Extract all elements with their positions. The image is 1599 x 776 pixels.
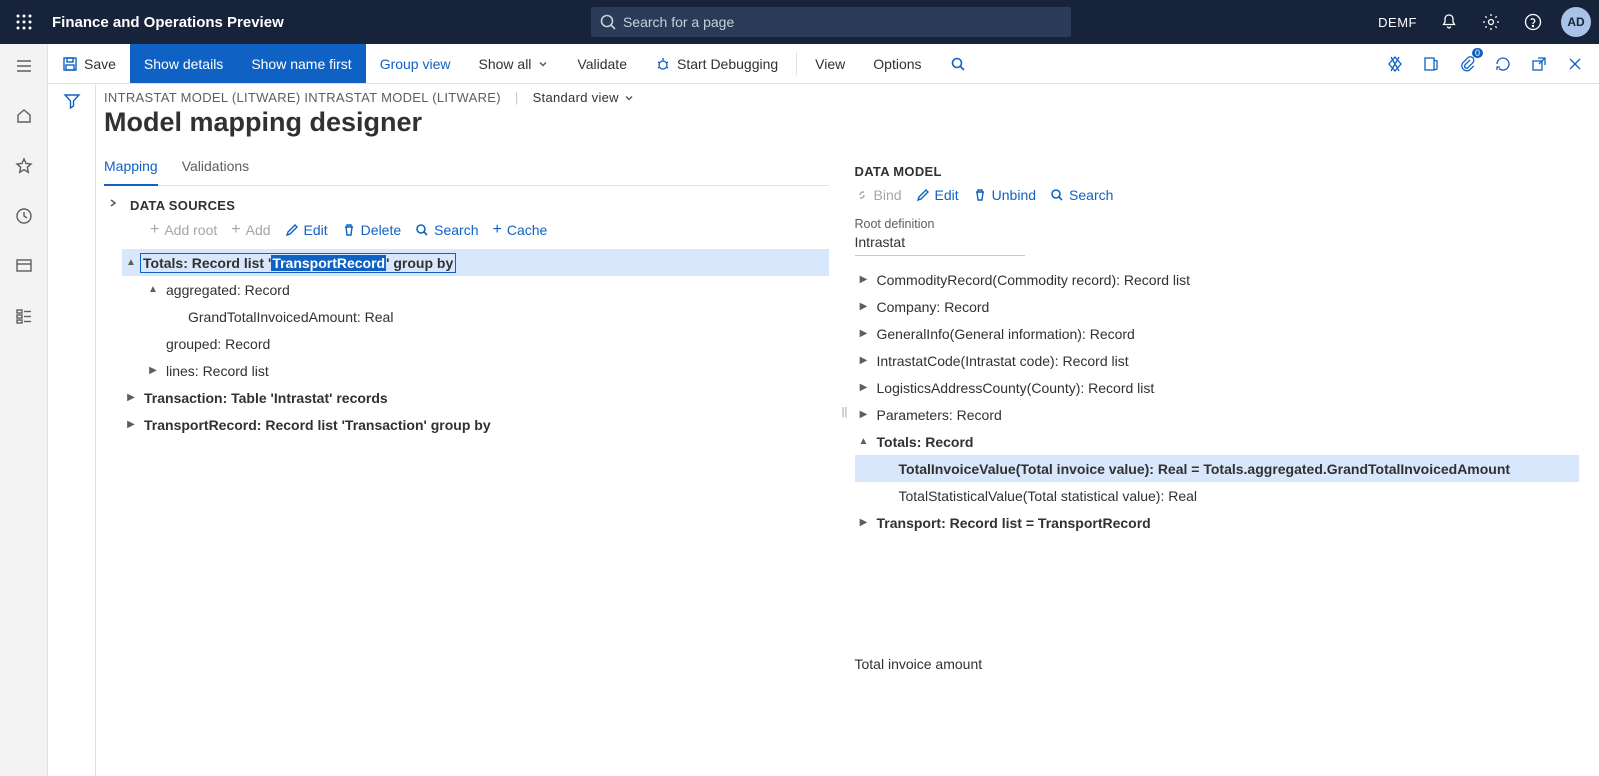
tab-validations[interactable]: Validations: [182, 152, 249, 185]
rootdef-value[interactable]: Intrastat: [855, 231, 1025, 256]
app-title: Finance and Operations Preview: [52, 14, 284, 31]
dm-node-total-stat[interactable]: TotalStatisticalValue(Total statistical …: [855, 482, 1580, 509]
modules-icon[interactable]: [8, 300, 40, 332]
delete-button[interactable]: Delete: [342, 221, 401, 239]
dm-node-logistics[interactable]: ▶LogisticsAddressCounty(County): Record …: [855, 374, 1580, 401]
tree-node-transaction[interactable]: ▶Transaction: Table 'Intrastat' records: [122, 384, 829, 411]
bottom-note: Total invoice amount: [855, 656, 1580, 672]
rootdef-label: Root definition: [855, 217, 1580, 231]
tree-node-grandtotal[interactable]: GrandTotalInvoicedAmount: Real: [122, 303, 829, 330]
workspace-icon[interactable]: [8, 250, 40, 282]
refresh-icon[interactable]: [1489, 50, 1517, 78]
add-root-button: +Add root: [150, 221, 217, 239]
close-icon[interactable]: [1561, 50, 1589, 78]
show-all-button[interactable]: Show all: [465, 44, 564, 83]
dm-node-parameters[interactable]: ▶Parameters: Record: [855, 401, 1580, 428]
start-debugging-button[interactable]: Start Debugging: [641, 44, 792, 83]
tree-node-lines[interactable]: ▶lines: Record list: [122, 357, 829, 384]
breadcrumb: INTRASTAT MODEL (LITWARE) INTRASTAT MODE…: [104, 90, 1579, 105]
command-bar: Save Show details Show name first Group …: [48, 44, 1599, 84]
dm-node-company[interactable]: ▶Company: Record: [855, 293, 1580, 320]
dm-node-general[interactable]: ▶GeneralInfo(General information): Recor…: [855, 320, 1580, 347]
data-model-tree: ▶CommodityRecord(Commodity record): Reco…: [855, 266, 1580, 536]
dm-node-commodity[interactable]: ▶CommodityRecord(Commodity record): Reco…: [855, 266, 1580, 293]
breadcrumb-path: INTRASTAT MODEL (LITWARE) INTRASTAT MODE…: [104, 90, 501, 105]
add-button: +Add: [231, 221, 270, 239]
save-label: Save: [84, 56, 116, 72]
group-view-button[interactable]: Group view: [366, 44, 465, 83]
nav-rail: [0, 44, 48, 776]
unbind-button[interactable]: Unbind: [973, 187, 1036, 203]
show-details-button[interactable]: Show details: [130, 44, 237, 83]
bind-button: Bind: [855, 187, 902, 203]
validate-button[interactable]: Validate: [563, 44, 641, 83]
global-search-input[interactable]: [591, 7, 1071, 37]
waffle-icon[interactable]: [8, 14, 40, 30]
data-model-title: DATA MODEL: [855, 152, 1580, 181]
edit-button[interactable]: Edit: [285, 221, 328, 239]
view-button[interactable]: View: [801, 44, 859, 83]
dm-search-button[interactable]: Search: [1050, 187, 1113, 203]
show-name-first-button[interactable]: Show name first: [237, 44, 365, 83]
cmd-search-button[interactable]: [936, 44, 980, 83]
global-search[interactable]: [591, 7, 1071, 37]
view-selector[interactable]: Standard view: [533, 90, 635, 105]
filter-icon[interactable]: [63, 92, 81, 776]
office-icon[interactable]: [1417, 50, 1445, 78]
gear-icon[interactable]: [1477, 8, 1505, 36]
filter-column: [48, 84, 96, 776]
tab-mapping[interactable]: Mapping: [104, 152, 158, 186]
options-button[interactable]: Options: [859, 44, 935, 83]
dm-node-total-invoice[interactable]: TotalInvoiceValue(Total invoice value): …: [855, 455, 1580, 482]
popout-icon[interactable]: [1525, 50, 1553, 78]
splitter-handle[interactable]: ||: [841, 152, 849, 672]
hamburger-icon[interactable]: [8, 50, 40, 82]
data-sources-title: DATA SOURCES: [122, 186, 829, 215]
cache-button[interactable]: +Cache: [493, 221, 548, 239]
ds-search-button[interactable]: Search: [415, 221, 478, 239]
company-code[interactable]: DEMF: [1378, 15, 1417, 30]
avatar[interactable]: AD: [1561, 7, 1591, 37]
tree-node-totals[interactable]: ▲ Totals: Record list 'TransportRecord' …: [122, 249, 829, 276]
tree-node-aggregated[interactable]: ▲aggregated: Record: [122, 276, 829, 303]
bell-icon[interactable]: [1435, 8, 1463, 36]
tree-node-grouped[interactable]: grouped: Record: [122, 330, 829, 357]
page-title: Model mapping designer: [104, 107, 1579, 138]
diamond-icon[interactable]: [1381, 50, 1409, 78]
recent-icon[interactable]: [8, 200, 40, 232]
section-expander[interactable]: [104, 198, 122, 208]
dm-node-transport[interactable]: ▶Transport: Record list = TransportRecor…: [855, 509, 1580, 536]
data-sources-tree: ▲ Totals: Record list 'TransportRecord' …: [122, 249, 829, 438]
tabs: Mapping Validations: [104, 152, 829, 186]
home-icon[interactable]: [8, 100, 40, 132]
top-bar: Finance and Operations Preview DEMF AD: [0, 0, 1599, 44]
star-icon[interactable]: [8, 150, 40, 182]
dm-node-intracode[interactable]: ▶IntrastatCode(Intrastat code): Record l…: [855, 347, 1580, 374]
dm-node-totals[interactable]: ▲Totals: Record: [855, 428, 1580, 455]
help-icon[interactable]: [1519, 8, 1547, 36]
save-button[interactable]: Save: [48, 44, 130, 83]
attach-icon[interactable]: 0: [1453, 50, 1481, 78]
dm-edit-button[interactable]: Edit: [916, 187, 959, 203]
tree-node-transportrecord[interactable]: ▶TransportRecord: Record list 'Transacti…: [122, 411, 829, 438]
